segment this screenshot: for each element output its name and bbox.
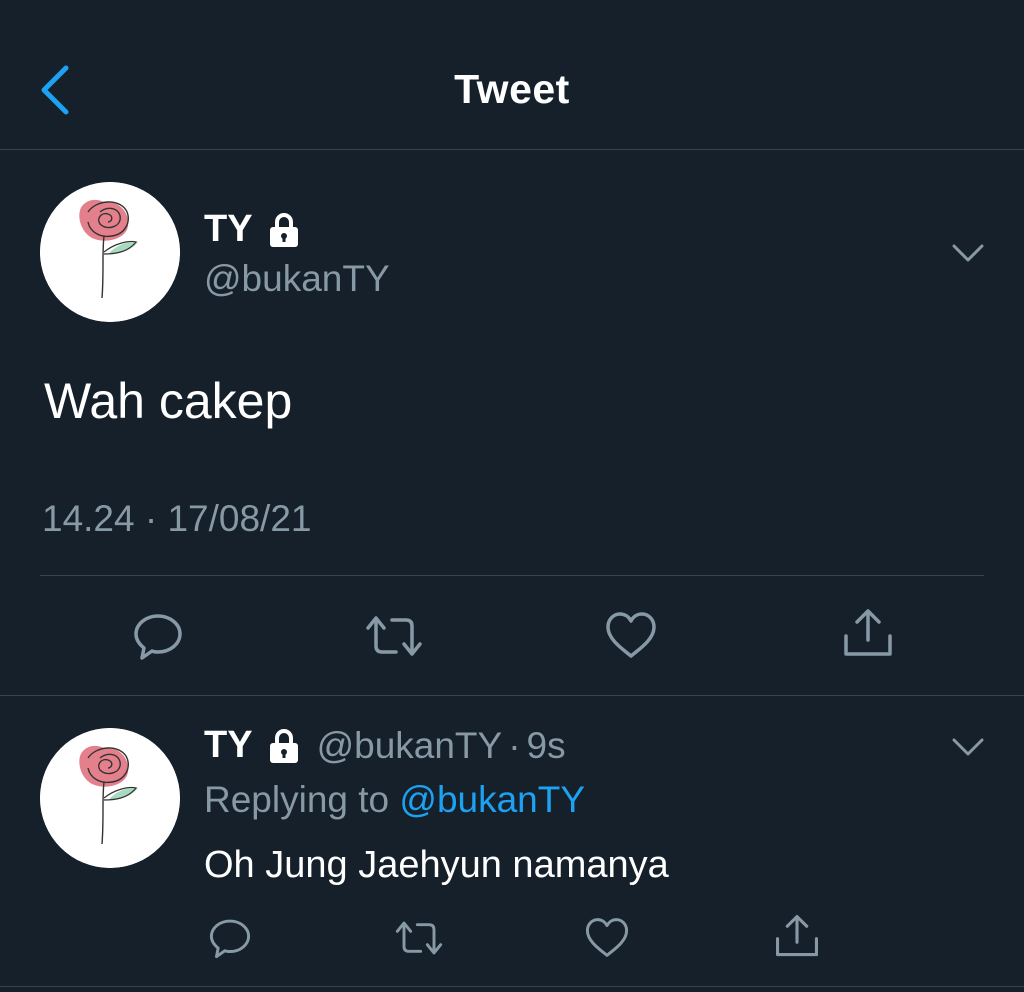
avatar[interactable] — [40, 728, 180, 868]
like-icon — [606, 612, 656, 658]
more-options-button[interactable] — [948, 238, 988, 268]
tweet-text: Wah cakep — [44, 373, 293, 429]
chevron-down-icon — [952, 244, 984, 262]
lock-icon — [265, 211, 303, 249]
rose-avatar-image — [40, 728, 180, 868]
retweet-icon — [395, 921, 443, 955]
divider — [0, 986, 1024, 987]
author-name[interactable]: TY — [204, 724, 303, 767]
replying-to-mention[interactable]: @bukanTY — [399, 779, 585, 820]
separator-dot: · — [508, 724, 521, 766]
share-button[interactable] — [842, 606, 894, 660]
retweet-button[interactable] — [362, 612, 426, 660]
header-divider — [0, 149, 1024, 150]
author-name[interactable]: TY — [204, 208, 303, 251]
share-button[interactable] — [774, 912, 820, 960]
reply-button[interactable] — [208, 916, 252, 960]
retweet-icon — [366, 616, 422, 656]
divider — [0, 695, 1024, 696]
avatar[interactable] — [40, 182, 180, 322]
page-title: Tweet — [454, 66, 570, 112]
chevron-down-icon — [952, 738, 984, 756]
author-handle[interactable]: @bukanTY — [317, 725, 503, 767]
share-icon — [844, 609, 892, 656]
tweet-timestamp: 14.24 · 17/08/21 — [42, 498, 312, 539]
divider — [40, 575, 984, 576]
like-button[interactable] — [604, 610, 658, 660]
reply-button[interactable] — [132, 610, 184, 662]
author-handle[interactable]: @bukanTY — [204, 258, 390, 300]
rose-avatar-image — [40, 182, 180, 322]
reply-icon — [209, 919, 251, 959]
replying-to-label: Replying to — [204, 779, 390, 820]
reply-time: 9s — [526, 724, 566, 766]
like-icon — [585, 918, 629, 957]
more-options-button[interactable] — [948, 732, 988, 762]
reply-text: Oh Jung Jaehyun namanya — [204, 844, 669, 886]
retweet-button[interactable] — [392, 918, 446, 958]
lock-icon — [265, 727, 303, 765]
share-icon — [775, 914, 819, 957]
reply-header: TY @bukanTY · 9s — [204, 724, 566, 767]
like-button[interactable] — [584, 916, 630, 959]
replying-to-line: Replying to @bukanTY — [204, 779, 585, 821]
reply-icon — [134, 614, 182, 660]
